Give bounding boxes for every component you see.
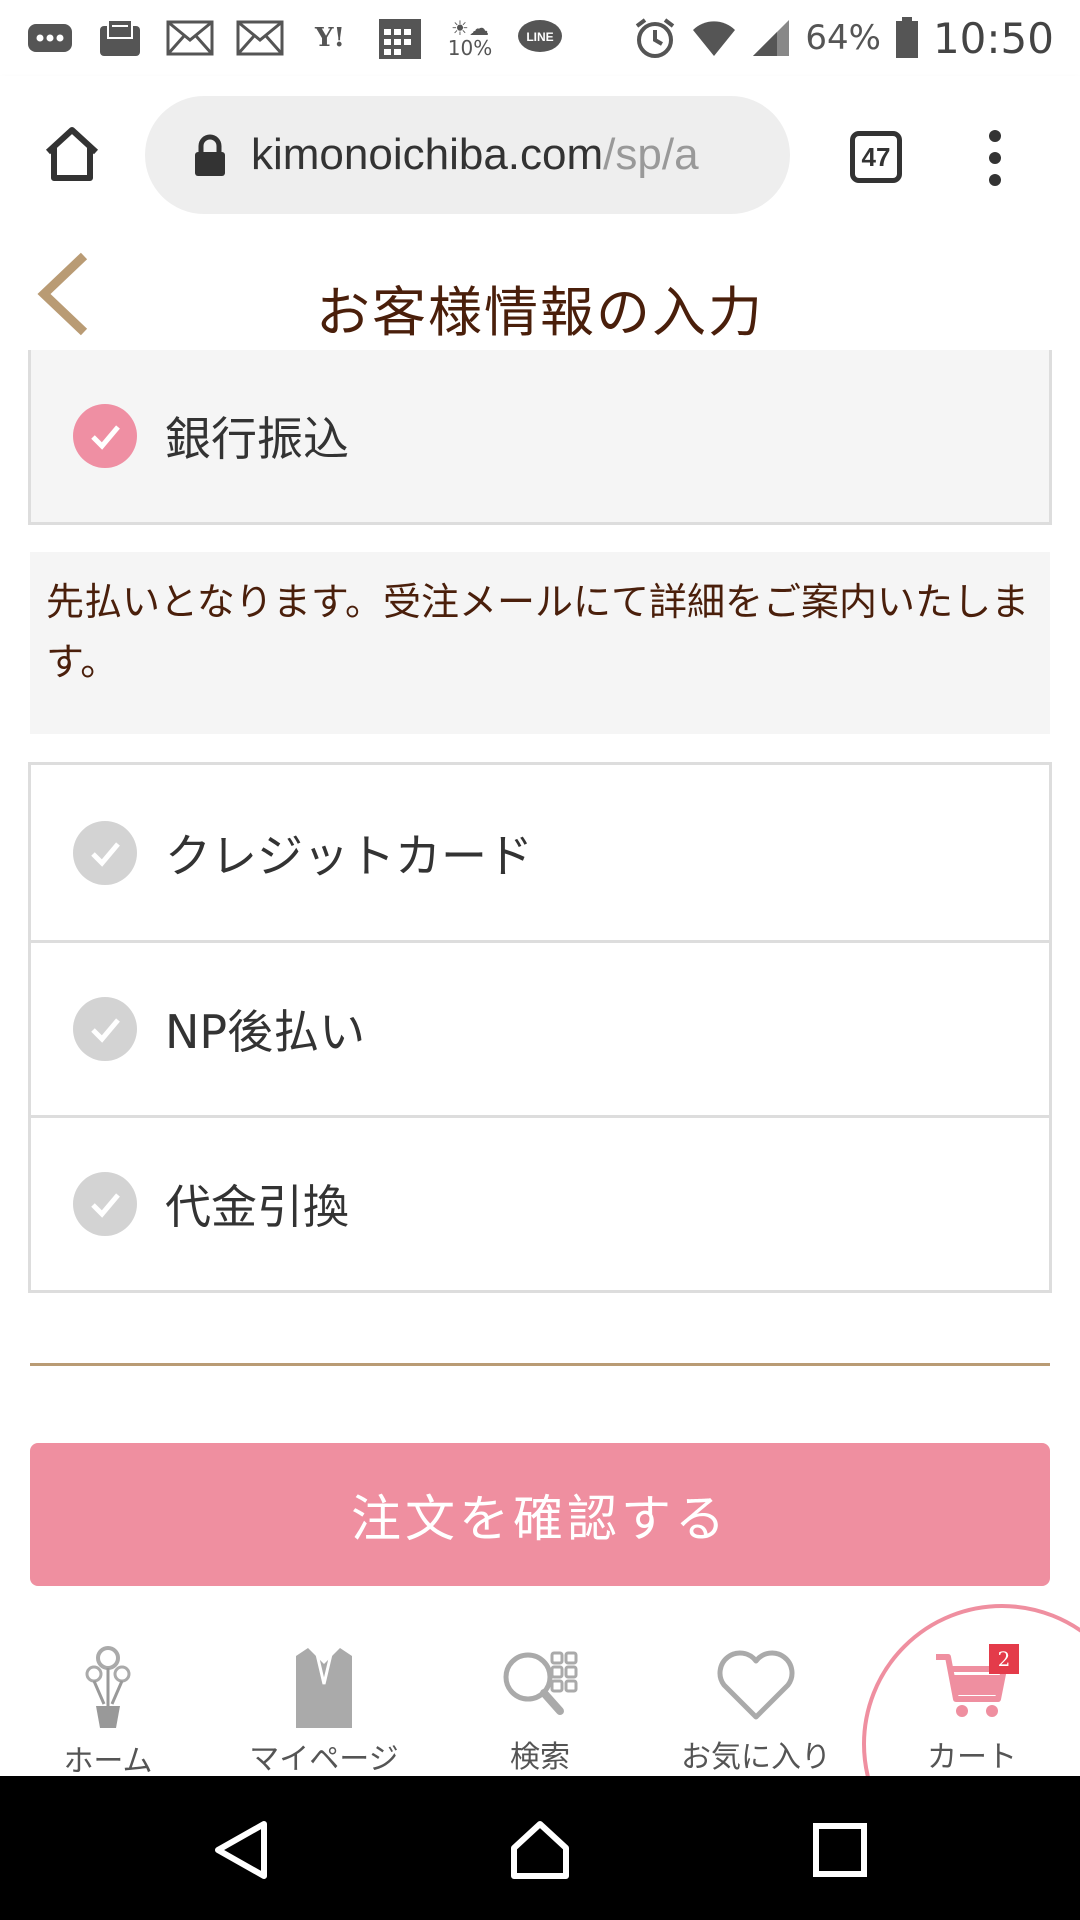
payment-option-label: クレジットカード (165, 828, 533, 883)
nav-home[interactable]: ホーム (0, 1600, 216, 1776)
unchecked-icon (73, 997, 137, 1061)
section-divider (30, 1363, 1050, 1366)
browser-toolbar: kimonoichiba.com/sp/a 47 (0, 76, 1080, 240)
notification-icons: Y! ☀☁ 10% LINE (26, 16, 564, 60)
weather-percent: 10% (447, 36, 493, 60)
cart-count-badge: 2 (989, 1644, 1019, 1674)
home-icon[interactable] (40, 122, 104, 186)
signal-icon (753, 20, 790, 56)
nav-cart-label: カート (927, 1740, 1017, 1775)
nav-search[interactable]: 検索 (432, 1600, 648, 1776)
battery-icon (895, 17, 918, 58)
confirm-order-button[interactable]: 注文を確認する (30, 1443, 1050, 1586)
mail-icon (96, 18, 144, 58)
cart-icon: 2 (927, 1644, 1019, 1726)
nav-favorites-label: お気に入り (681, 1740, 831, 1775)
alarm-icon (636, 18, 675, 58)
nav-favorites[interactable]: お気に入り (648, 1600, 864, 1776)
yahoo-icon: Y! (315, 23, 345, 53)
page-header: お客様情報の入力 (0, 240, 1080, 350)
lock-icon (195, 134, 225, 176)
nav-mypage[interactable]: マイページ (216, 1600, 432, 1776)
payment-option[interactable]: 銀行振込 (31, 350, 1049, 522)
nav-cart[interactable]: 2 カート (864, 1600, 1080, 1776)
recents-square-icon[interactable] (808, 1818, 872, 1882)
payment-note: 先払いとなります。受注メールにて詳細をご案内いたします。 (30, 552, 1050, 734)
line-icon: LINE (516, 18, 564, 58)
payment-option-credit-card[interactable]: クレジットカード (31, 765, 1049, 940)
payment-option-label: 銀行振込 (165, 412, 349, 466)
bottom-nav: ホーム マイページ 検索 お気に入り 2 カート (0, 1600, 1080, 1776)
url-host: kimonoichiba.com (251, 130, 604, 179)
payment-option-np-deferred[interactable]: NP後払い (31, 940, 1049, 1115)
search-icon (495, 1644, 585, 1726)
chat-bubble-icon (26, 18, 74, 58)
yahoo-mail-icon (236, 18, 284, 58)
home-outline-icon[interactable] (508, 1818, 572, 1882)
clock: 10:50 (932, 13, 1054, 63)
svg-text:LINE: LINE (526, 30, 553, 44)
flower-vase-icon (63, 1644, 153, 1730)
wifi-icon (693, 21, 736, 56)
heart-icon (711, 1644, 801, 1726)
weather-icon: ☀☁ 10% (447, 16, 493, 60)
nav-home-label: ホーム (63, 1744, 153, 1776)
payment-note-text: 先払いとなります。受注メールにて詳細をご案内いたします。 (46, 580, 1030, 684)
system-navigation-bar (0, 1776, 1080, 1920)
more-menu-icon[interactable] (985, 130, 1005, 186)
payment-option-label: 代金引換 (165, 1180, 349, 1234)
url-text: kimonoichiba.com/sp/a (251, 130, 699, 180)
kimono-icon (279, 1644, 369, 1728)
nav-search-label: 検索 (510, 1740, 570, 1775)
address-bar[interactable]: kimonoichiba.com/sp/a (145, 96, 790, 214)
battery-percent: 64% (805, 18, 881, 58)
status-bar: Y! ☀☁ 10% LINE 64% 10:50 (0, 0, 1080, 76)
back-triangle-icon[interactable] (210, 1818, 274, 1882)
payment-options-list: クレジットカード NP後払い 代金引換 (28, 762, 1052, 1293)
yahoo-mail-icon (166, 18, 214, 58)
unchecked-icon (73, 820, 137, 885)
page-title: お客様情報の入力 (316, 281, 764, 344)
tab-switcher-button[interactable]: 47 (850, 131, 902, 183)
checked-icon (73, 404, 137, 468)
payment-option-selected[interactable]: 銀行振込 (28, 350, 1052, 525)
unchecked-icon (73, 1172, 137, 1236)
payment-option-label: NP後払い (165, 1005, 366, 1059)
system-status: 64% 10:50 (633, 14, 1054, 63)
payment-option-cash-on-delivery[interactable]: 代金引換 (31, 1115, 1049, 1290)
nav-mypage-label: マイページ (249, 1742, 399, 1776)
calendar-icon (376, 18, 424, 59)
url-path: /sp/a (603, 130, 699, 179)
